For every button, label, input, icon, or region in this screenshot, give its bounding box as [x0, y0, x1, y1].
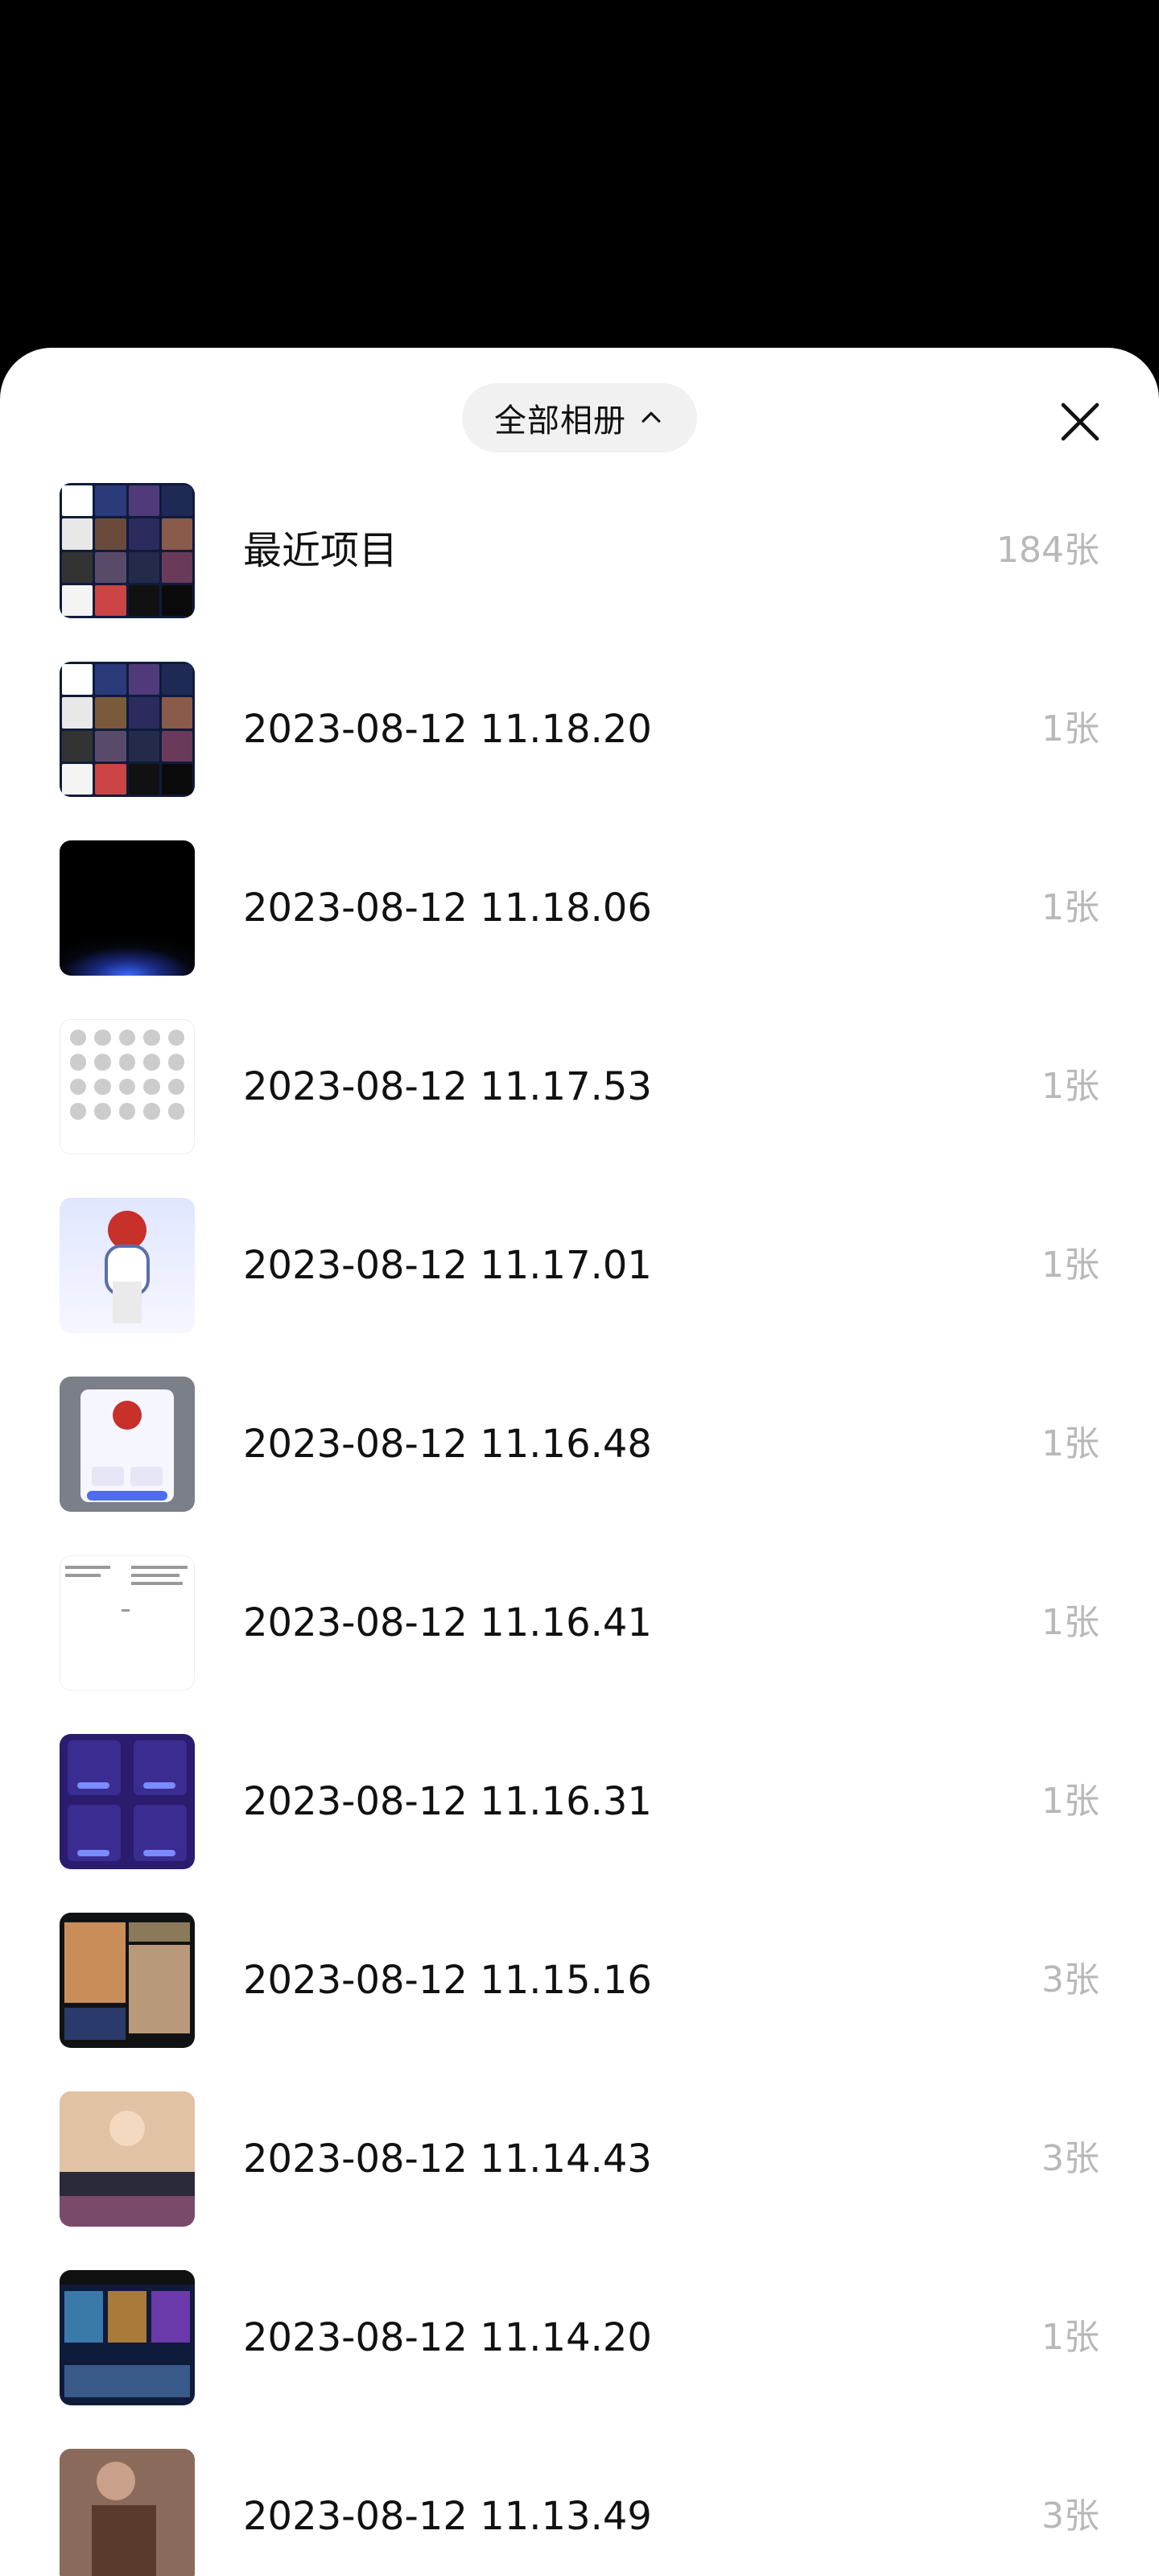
- album-count: 1张: [1041, 1066, 1099, 1107]
- album-thumbnail: [60, 1019, 195, 1154]
- album-thumbnail: [60, 2449, 195, 2576]
- album-title: 2023-08-12 11.14.43: [243, 2136, 652, 2182]
- album-count: 1张: [1041, 2317, 1099, 2358]
- album-thumbnail: [60, 840, 195, 976]
- album-row[interactable]: 2023-08-12 11.16.48 1张: [0, 1377, 1159, 1555]
- album-count: 3张: [1041, 2138, 1099, 2179]
- album-title: 2023-08-12 11.18.20: [243, 707, 652, 752]
- album-row[interactable]: 2023-08-12 11.17.53 1张: [0, 1019, 1159, 1198]
- album-thumbnail: [60, 1913, 195, 2048]
- album-count: 1张: [1041, 1423, 1099, 1464]
- album-title: 2023-08-12 11.17.53: [243, 1064, 652, 1109]
- album-thumbnail: [60, 1377, 195, 1512]
- album-count: 1张: [1041, 1781, 1099, 1822]
- album-thumbnail: [60, 2270, 195, 2405]
- album-title: 2023-08-12 11.14.20: [243, 2315, 652, 2360]
- album-title: 2023-08-12 11.16.31: [243, 1779, 652, 1824]
- album-thumbnail: [60, 2091, 195, 2227]
- album-row[interactable]: 2023-08-12 11.13.49 3张: [0, 2449, 1159, 2576]
- album-count: 1张: [1041, 1602, 1099, 1643]
- album-row[interactable]: 2023-08-12 11.15.16 3张: [0, 1913, 1159, 2091]
- album-thumbnail: [60, 1734, 195, 1869]
- album-count: 3张: [1041, 2496, 1099, 2537]
- album-count: 3张: [1041, 1959, 1099, 2000]
- album-switch-button[interactable]: 全部相册: [462, 383, 697, 452]
- album-thumbnail: [60, 483, 195, 618]
- album-title: 2023-08-12 11.16.48: [243, 1422, 652, 1467]
- album-switch-label: 全部相册: [494, 402, 626, 440]
- album-thumbnail: [60, 1198, 195, 1333]
- album-row[interactable]: 2023-08-12 11.16.41 1张: [0, 1555, 1159, 1734]
- album-row[interactable]: 2023-08-12 11.18.20 1张: [0, 662, 1159, 840]
- album-row[interactable]: 2023-08-12 11.18.06 1张: [0, 840, 1159, 1019]
- album-row[interactable]: 2023-08-12 11.14.20 1张: [0, 2270, 1159, 2449]
- album-count: 1张: [1041, 1245, 1099, 1286]
- album-row[interactable]: 2023-08-12 11.14.43 3张: [0, 2091, 1159, 2270]
- album-row[interactable]: 2023-08-12 11.16.31 1张: [0, 1734, 1159, 1913]
- album-thumbnail: [60, 662, 195, 797]
- sheet-header: 全部相册: [0, 348, 1159, 477]
- album-title: 最近项目: [243, 528, 398, 573]
- dimmed-backdrop[interactable]: [0, 0, 1159, 354]
- chevron-up-icon: [641, 411, 661, 423]
- album-picker-sheet: 全部相册 最近项目 184张 2023-08-12 11.18.20 1张 20…: [0, 348, 1159, 2576]
- album-row[interactable]: 2023-08-12 11.17.01 1张: [0, 1198, 1159, 1377]
- album-count: 1张: [1041, 887, 1099, 928]
- close-icon: [1061, 402, 1099, 441]
- album-title: 2023-08-12 11.17.01: [243, 1243, 652, 1288]
- album-title: 2023-08-12 11.13.49: [243, 2494, 652, 2539]
- close-button[interactable]: [1051, 393, 1109, 451]
- album-count: 184张: [996, 530, 1099, 571]
- album-title: 2023-08-12 11.18.06: [243, 886, 652, 931]
- album-title: 2023-08-12 11.15.16: [243, 1958, 652, 2003]
- album-thumbnail: [60, 1555, 195, 1690]
- album-list: 最近项目 184张 2023-08-12 11.18.20 1张 2023-08…: [0, 483, 1159, 2576]
- album-title: 2023-08-12 11.16.41: [243, 1600, 652, 1645]
- album-count: 1张: [1041, 708, 1099, 749]
- album-row-recent[interactable]: 最近项目 184张: [0, 483, 1159, 662]
